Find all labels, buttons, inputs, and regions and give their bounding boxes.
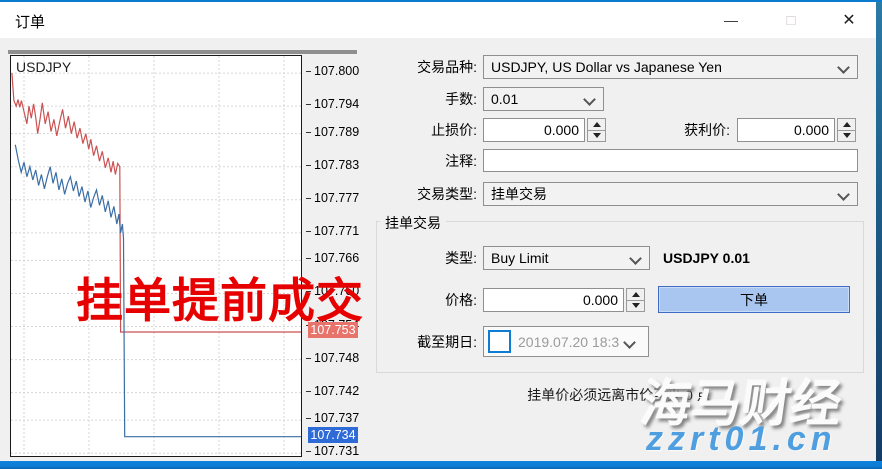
ordertype-label: 类型:: [377, 246, 477, 270]
volume-value: 0.01: [491, 91, 518, 107]
tradetype-label: 交易类型:: [340, 182, 477, 206]
chevron-down-icon: [837, 188, 850, 201]
arrow-down-icon: [843, 133, 851, 138]
comment-input[interactable]: [483, 149, 858, 172]
tradetype-value: 挂单交易: [491, 184, 547, 204]
maximize-button[interactable]: □: [768, 2, 814, 38]
expiry-date-combobox[interactable]: 2019.07.20 18:3: [483, 326, 649, 357]
volume-label: 手数:: [352, 87, 477, 111]
minimize-button[interactable]: —: [708, 2, 754, 38]
bid-price-badge: 107.734: [308, 427, 358, 443]
stoploss-input[interactable]: [483, 118, 585, 142]
symbol-value: USDJPY, US Dollar vs Japanese Yen: [491, 59, 722, 75]
window-top-accent: [0, 0, 882, 2]
stoploss-label: 止损价:: [352, 118, 477, 142]
expiry-checkbox[interactable]: [488, 330, 511, 353]
stoploss-spinner: [483, 118, 606, 142]
arrow-up-icon: [632, 292, 640, 297]
pending-group-label: 挂单交易: [380, 213, 446, 233]
hint-text: 挂单价必须远离市价至少 0 点: [376, 385, 862, 405]
order-summary: USDJPY 0.01: [663, 246, 750, 270]
bid-line: [15, 145, 301, 437]
tradetype-combobox[interactable]: 挂单交易: [483, 182, 858, 206]
price-tick-label: 107.760: [314, 284, 359, 298]
arrow-up-icon: [593, 122, 601, 127]
maximize-icon: □: [786, 12, 795, 29]
background-window-bottom-edge: [0, 461, 882, 469]
takeprofit-input[interactable]: [737, 118, 835, 142]
price-spin-buttons: [626, 288, 645, 312]
order-dialog-window: 订单 — □ ✕ USDJPY 107.800107.794107.789107…: [0, 0, 882, 469]
ask-price-badge: 107.753: [308, 322, 358, 338]
price-label: 价格:: [377, 288, 477, 312]
expiry-date-value: 2019.07.20 18:3: [518, 334, 619, 350]
chart-plot-area[interactable]: USDJPY: [10, 55, 302, 457]
minimize-icon: —: [724, 12, 738, 28]
price-input[interactable]: [483, 288, 624, 312]
arrow-up-icon: [843, 122, 851, 127]
title-bar: 订单 — □ ✕: [0, 2, 876, 38]
comment-label: 注释:: [352, 149, 477, 173]
price-tick-label: 107.766: [314, 251, 359, 265]
place-order-button[interactable]: 下单: [658, 286, 850, 313]
ordertype-value: Buy Limit: [491, 250, 549, 266]
window-title: 订单: [15, 11, 45, 32]
price-scale: 107.800107.794107.789107.783107.777107.7…: [305, 55, 361, 457]
close-button[interactable]: ✕: [826, 2, 872, 38]
volume-combobox[interactable]: 0.01: [483, 87, 604, 111]
chart-symbol-label: USDJPY: [16, 59, 71, 75]
place-order-label: 下单: [740, 290, 768, 310]
price-spinner: [483, 288, 645, 312]
arrow-down-icon: [632, 303, 640, 308]
arrow-down-icon: [593, 133, 601, 138]
chevron-down-icon: [583, 93, 596, 106]
chart-grid: [11, 56, 301, 456]
takeprofit-spinner: [737, 118, 856, 142]
spin-down-button[interactable]: [626, 300, 645, 313]
close-icon: ✕: [842, 10, 855, 30]
chevron-down-icon: [837, 61, 850, 74]
price-tick-label: 107.742: [314, 384, 359, 398]
takeprofit-label: 获利价:: [602, 118, 730, 142]
price-tick-label: 107.771: [314, 224, 359, 238]
expiry-label: 截至期日:: [352, 330, 477, 354]
chart-top-bar: [8, 50, 357, 54]
price-chart: USDJPY 107.800107.794107.789107.783107.7…: [8, 50, 357, 460]
spin-down-button[interactable]: [837, 130, 856, 143]
symbol-label: 交易品种:: [352, 55, 477, 79]
price-tick-label: 107.731: [314, 444, 359, 458]
symbol-combobox[interactable]: USDJPY, US Dollar vs Japanese Yen: [483, 55, 858, 79]
price-tick-label: 107.737: [314, 411, 359, 425]
chart-canvas: [11, 56, 301, 456]
ordertype-combobox[interactable]: Buy Limit: [483, 246, 650, 270]
background-window-right-edge: [876, 2, 882, 461]
takeprofit-spin-buttons: [837, 118, 856, 142]
chevron-down-icon: [629, 252, 642, 265]
chevron-down-icon: [623, 336, 636, 349]
